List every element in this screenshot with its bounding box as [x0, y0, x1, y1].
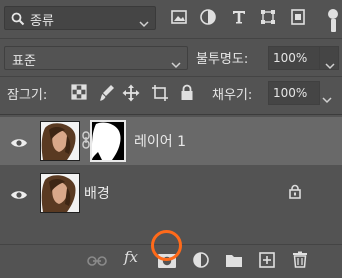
link-layers-icon[interactable] [87, 251, 109, 271]
filter-toggle-icon[interactable] [328, 9, 338, 19]
layer-thumbnail[interactable] [40, 173, 80, 213]
chevron-down-icon [139, 13, 149, 32]
opacity-label: 불투명도: [196, 52, 249, 67]
new-layer-icon[interactable] [259, 251, 281, 271]
type-filter-icon[interactable] [230, 8, 250, 28]
lock-transparency-icon[interactable] [71, 84, 89, 102]
layer-thumbnail[interactable] [40, 121, 80, 161]
eye-icon[interactable] [10, 134, 28, 147]
new-adjustment-layer-icon[interactable] [192, 251, 214, 271]
new-group-folder-icon[interactable] [225, 251, 247, 271]
layers-panel: 종류 표준 불투명도: 100% 잠그기: 채우기: 100% 레이어 1 배경… [0, 0, 342, 278]
delete-layer-trash-icon[interactable] [292, 251, 314, 271]
search-icon [11, 11, 25, 30]
eye-icon[interactable] [10, 186, 28, 199]
filter-type-select[interactable]: 종류 [4, 6, 156, 30]
link-chain-icon[interactable] [82, 131, 90, 153]
layer-mask-thumbnail[interactable] [90, 120, 126, 162]
layer-style-fx-button[interactable]: fx [124, 248, 146, 268]
artboard-icon[interactable] [151, 84, 169, 102]
divider [0, 76, 342, 77]
adjustment-filter-icon[interactable] [199, 8, 219, 28]
opacity-input[interactable]: 100% [268, 46, 320, 70]
fill-input[interactable]: 100% [268, 81, 320, 105]
smart-object-filter-icon[interactable] [289, 8, 309, 28]
lock-all-icon[interactable] [180, 84, 198, 102]
fill-label: 채우기: [212, 88, 253, 103]
lock-position-icon[interactable] [122, 84, 140, 102]
filter-type-label: 종류 [30, 14, 54, 29]
layer-row-background[interactable]: 배경 [0, 169, 342, 217]
layer-name[interactable]: 배경 [84, 183, 110, 203]
divider [0, 38, 342, 39]
lock-icon [289, 184, 301, 203]
layer-row-layer-1[interactable]: 레이어 1 [0, 117, 342, 165]
layer-name[interactable]: 레이어 1 [134, 131, 186, 151]
layers-list: 레이어 1 배경 [0, 114, 342, 245]
blend-mode-value: 표준 [12, 54, 36, 69]
annotation-highlight-circle [151, 230, 182, 261]
opacity-dropdown-button[interactable] [319, 46, 339, 70]
opacity-value: 100% [273, 51, 308, 65]
filter-toggle-bar [331, 19, 336, 32]
fill-dropdown-chevron-icon[interactable] [322, 89, 332, 108]
chevron-down-icon [171, 54, 181, 73]
lock-image-icon[interactable] [99, 84, 117, 102]
chevron-down-icon [325, 55, 335, 74]
blend-mode-select[interactable]: 표준 [4, 46, 188, 70]
image-filter-icon[interactable] [170, 8, 190, 28]
lock-label: 잠그기: [7, 88, 48, 103]
shape-filter-icon[interactable] [259, 8, 279, 28]
fill-value: 100% [273, 86, 308, 100]
